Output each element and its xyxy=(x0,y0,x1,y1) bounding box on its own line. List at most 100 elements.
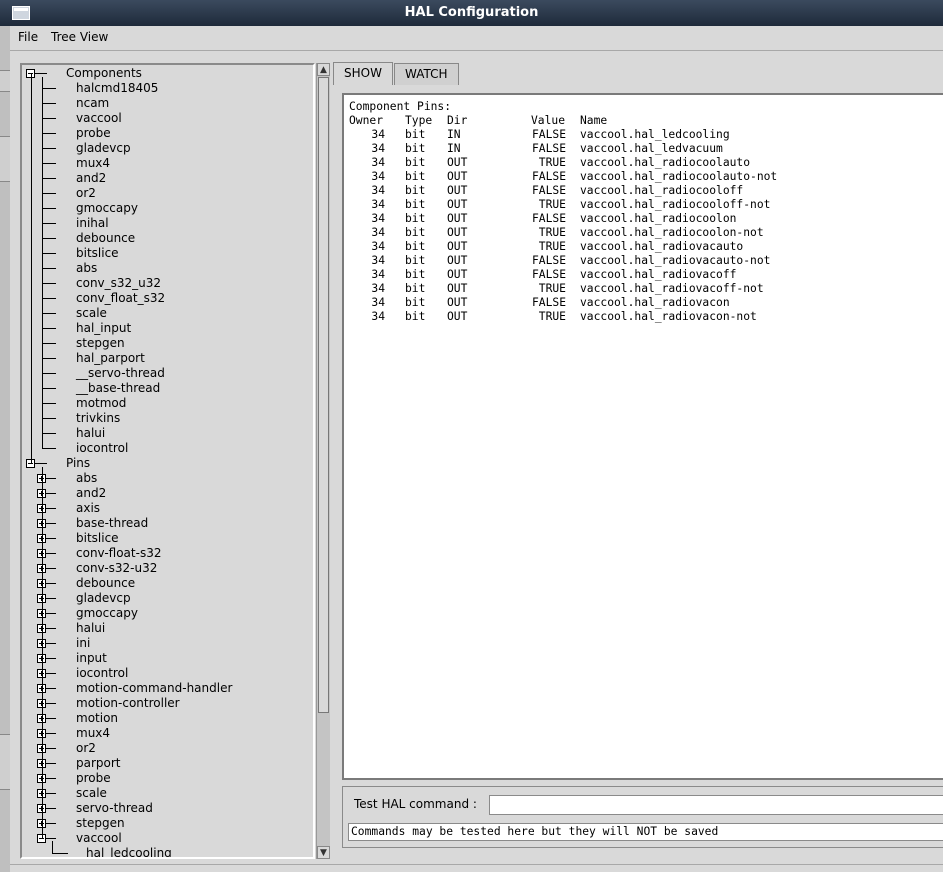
tree-item-component[interactable]: mux4 xyxy=(76,156,110,171)
scroll-up-arrow-icon[interactable]: ▲ xyxy=(317,63,330,76)
tree-item-component[interactable]: and2 xyxy=(76,171,106,186)
pin-row-value: FALSE xyxy=(531,184,566,197)
tree-item-component[interactable]: or2 xyxy=(76,186,96,201)
menu-file[interactable]: File xyxy=(14,29,42,45)
pin-row-dir: IN xyxy=(447,142,461,155)
window-title: HAL Configuration xyxy=(404,5,539,20)
pin-row-type: bit xyxy=(405,156,426,169)
tree-item-pin-group[interactable]: conv-s32-u32 xyxy=(76,561,157,576)
tree-item-component[interactable]: probe xyxy=(76,126,111,141)
pin-row-type: bit xyxy=(405,198,426,211)
column-header-value: Value xyxy=(531,114,566,127)
pin-row-name: vaccool.hal_radiocooloff-not xyxy=(580,198,771,211)
tree-item-pin-group[interactable]: bitslice xyxy=(76,531,119,546)
pin-row-owner: 34 xyxy=(371,226,385,239)
pin-row-owner: 34 xyxy=(371,142,385,155)
pin-row-dir: OUT xyxy=(447,212,468,225)
pin-row-dir: OUT xyxy=(447,296,468,309)
show-panel: Component Pins: Owner Type Dir Value Name 34 bi… xyxy=(342,93,943,780)
tree-item-component[interactable]: bitslice xyxy=(76,246,119,261)
tree-item-component[interactable]: gladevcp xyxy=(76,141,131,156)
tree-item-component[interactable]: debounce xyxy=(76,231,135,246)
pin-row-dir: OUT xyxy=(447,240,468,253)
pin-row-type: bit xyxy=(405,296,426,309)
scroll-thumb[interactable] xyxy=(318,77,329,713)
tree-item-component[interactable]: halui xyxy=(76,426,105,441)
pin-row-value: TRUE xyxy=(538,156,566,169)
tree-item-pin-group[interactable]: ini xyxy=(76,636,90,651)
tree-item-component[interactable]: hal_input xyxy=(76,321,131,336)
tree-item-component[interactable]: abs xyxy=(76,261,97,276)
column-header-owner: Owner xyxy=(349,114,384,127)
tree-item-component[interactable]: hal_parport xyxy=(76,351,145,366)
pin-row-owner: 34 xyxy=(371,170,385,183)
tree-item-pin-group[interactable]: gladevcp xyxy=(76,591,131,606)
tree-item-pin-group[interactable]: vaccool xyxy=(76,831,122,846)
tree-item-pin-group[interactable]: axis xyxy=(76,501,100,516)
pin-row-dir: OUT xyxy=(447,170,468,183)
tree-item-pin-group[interactable]: gmoccapy xyxy=(76,606,138,621)
tree-item-pin[interactable]: hal_ledcooling xyxy=(86,846,172,857)
tree-item-component[interactable]: __base-thread xyxy=(76,381,160,396)
pin-row-name: vaccool.hal_radiocoolauto-not xyxy=(580,170,778,183)
command-frame: Test HAL command : Commands may be teste… xyxy=(342,786,943,848)
pin-row-name: vaccool.hal_radiocooloff xyxy=(580,184,744,197)
tree-item-component[interactable]: halcmd18405 xyxy=(76,81,158,96)
hal-tree-view[interactable]: Components halcmd18405 ncam vaccool probe gla… xyxy=(20,63,315,859)
show-heading: Component Pins: xyxy=(349,100,452,113)
tree-item-pin-group[interactable]: motion-controller xyxy=(76,696,180,711)
tree-item-pin-group[interactable]: or2 xyxy=(76,741,96,756)
tree-item-component[interactable]: motmod xyxy=(76,396,126,411)
column-header-name: Name xyxy=(580,114,608,127)
tree-item-pin-group[interactable]: scale xyxy=(76,786,107,801)
tree-item-pin-group[interactable]: abs xyxy=(76,471,97,486)
tree-item-pin-group[interactable]: mux4 xyxy=(76,726,110,741)
tree-item-pin-group[interactable]: debounce xyxy=(76,576,135,591)
tree-item-component[interactable]: conv_s32_u32 xyxy=(76,276,161,291)
scroll-down-arrow-icon[interactable]: ▼ xyxy=(317,846,330,859)
tree-item-component[interactable]: stepgen xyxy=(76,336,125,351)
pin-row-name: vaccool.hal_ledcooling xyxy=(580,128,730,141)
tree-item-pin-group[interactable]: base-thread xyxy=(76,516,148,531)
tree-item-pin-group[interactable]: conv-float-s32 xyxy=(76,546,161,561)
tree-item-component[interactable]: iocontrol xyxy=(76,441,128,456)
column-header-type: Type xyxy=(405,114,433,127)
tree-group-pins[interactable]: Pins xyxy=(66,456,90,471)
pin-row-name: vaccool.hal_radiocoolauto xyxy=(580,156,751,169)
tab-show[interactable]: SHOW xyxy=(333,62,393,85)
tree-item-pin-group[interactable]: stepgen xyxy=(76,816,125,831)
tree-item-component[interactable]: gmoccapy xyxy=(76,201,138,216)
tree-group-components[interactable]: Components xyxy=(66,66,142,81)
tree-item-component[interactable]: scale xyxy=(76,306,107,321)
tree-item-pin-group[interactable]: motion xyxy=(76,711,118,726)
pin-row-dir: OUT xyxy=(447,156,468,169)
menu-separator xyxy=(10,50,943,51)
tree-item-component[interactable]: ncam xyxy=(76,96,109,111)
tree-item-pin-group[interactable]: input xyxy=(76,651,107,666)
tree-item-component[interactable]: vaccool xyxy=(76,111,122,126)
command-input[interactable] xyxy=(489,795,943,815)
tree-item-pin-group[interactable]: servo-thread xyxy=(76,801,153,816)
pin-row-dir: OUT xyxy=(447,282,468,295)
pin-row-name: vaccool.hal_radiovacon-not xyxy=(580,310,757,323)
tree-item-pin-group[interactable]: and2 xyxy=(76,486,106,501)
tree-item-component[interactable]: __servo-thread xyxy=(76,366,165,381)
tree-item-component[interactable]: trivkins xyxy=(76,411,120,426)
pin-row-dir: OUT xyxy=(447,184,468,197)
pin-row-value: FALSE xyxy=(531,142,566,155)
pin-row-name: vaccool.hal_radiovacon xyxy=(580,296,730,309)
tree-item-pin-group[interactable]: probe xyxy=(76,771,111,786)
pin-row-owner: 34 xyxy=(371,212,385,225)
tree-item-component[interactable]: inihal xyxy=(76,216,109,231)
tree-item-pin-group[interactable]: halui xyxy=(76,621,105,636)
tree-item-pin-group[interactable]: parport xyxy=(76,756,121,771)
tree-scrollbar[interactable]: ▲ ▼ xyxy=(316,63,330,859)
menu-tree-view[interactable]: Tree View xyxy=(47,29,112,45)
pin-row-type: bit xyxy=(405,142,426,155)
tab-watch[interactable]: WATCH xyxy=(394,63,459,85)
tree-item-pin-group[interactable]: iocontrol xyxy=(76,666,128,681)
tree-item-pin-group[interactable]: motion-command-handler xyxy=(76,681,232,696)
pin-row-owner: 34 xyxy=(371,240,385,253)
pin-row-value: TRUE xyxy=(538,282,566,295)
tree-item-component[interactable]: conv_float_s32 xyxy=(76,291,165,306)
